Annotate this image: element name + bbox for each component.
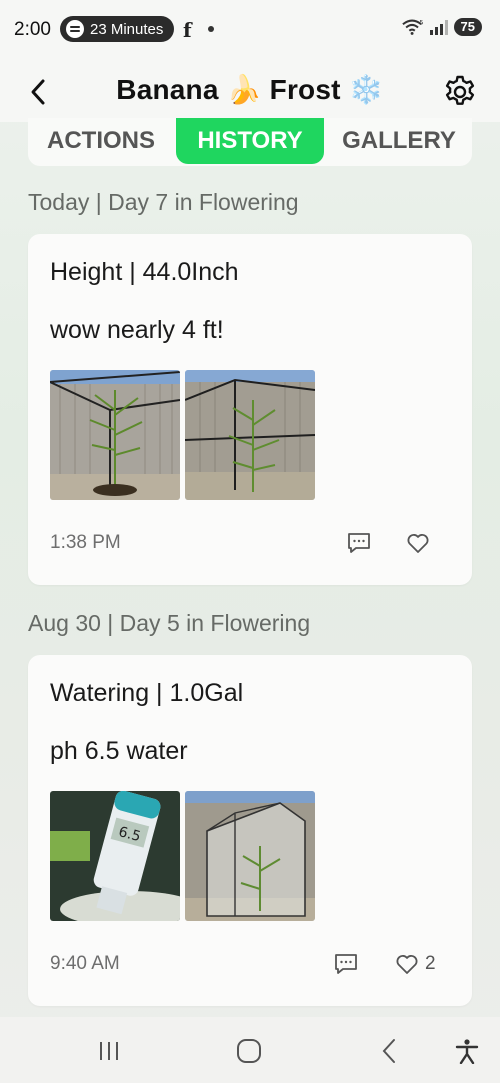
like-count: 2 [425, 953, 436, 974]
comment-button[interactable] [333, 952, 359, 976]
tab-history[interactable]: HISTORY [176, 118, 324, 164]
entry-time: 1:38 PM [50, 532, 121, 553]
tab-actions[interactable]: ACTIONS [28, 118, 174, 164]
plant-photo-image [50, 370, 180, 500]
accessibility-icon [455, 1039, 479, 1064]
media-pill-text: 23 Minutes [90, 20, 164, 38]
plant-photo[interactable] [185, 370, 315, 500]
svg-text:5: 5 [419, 18, 423, 26]
gear-icon [445, 75, 475, 105]
like-button[interactable]: 2 [395, 952, 436, 976]
system-nav-bar [0, 1017, 500, 1083]
history-card[interactable]: Watering | 1.0Gal ph 6.5 water 6.5 9:40 … [28, 655, 472, 1006]
media-pill[interactable]: 23 Minutes [60, 16, 174, 42]
battery-icon: 75 [453, 18, 482, 36]
recents-icon [100, 1042, 118, 1060]
entry-time: 9:40 AM [50, 953, 120, 974]
plant-photo[interactable] [50, 370, 180, 500]
home-icon [237, 1039, 261, 1063]
app-header: Banana 🍌 Frost ❄️ [0, 58, 500, 122]
comment-icon [335, 954, 357, 974]
recents-button[interactable] [93, 1035, 125, 1067]
grow-tent-photo-image [185, 791, 315, 921]
entry-note: wow nearly 4 ft! [50, 316, 224, 344]
comment-icon [348, 533, 370, 553]
entry-note: ph 6.5 water [50, 737, 188, 765]
heart-icon [407, 534, 429, 553]
day-label: Aug 30 | Day 5 in Flowering [28, 610, 311, 636]
status-icons: 5 75 [401, 18, 482, 36]
signal-icon [429, 19, 448, 35]
entry-heading: Height | 44.0Inch [50, 258, 239, 286]
status-time: 2:00 [14, 19, 51, 40]
like-button[interactable] [406, 531, 436, 555]
tab-gallery[interactable]: GALLERY [326, 118, 472, 164]
heart-icon [396, 955, 418, 974]
plant-photo-image [185, 370, 315, 500]
grow-tent-photo[interactable] [185, 791, 315, 921]
history-card[interactable]: Height | 44.0Inch wow nearly 4 ft! 1:38 … [28, 234, 472, 585]
ph-meter-photo[interactable]: 6.5 [50, 791, 180, 921]
tab-bar: ACTIONS HISTORY GALLERY [28, 118, 472, 166]
ph-meter-photo-image: 6.5 [50, 791, 180, 921]
facebook-icon: f [183, 18, 192, 42]
day-label: Today | Day 7 in Flowering [28, 189, 299, 215]
notification-dot-icon [208, 26, 214, 32]
spotify-icon [66, 20, 84, 38]
status-bar: 2:00 23 Minutes f 5 75 [0, 0, 500, 58]
home-button[interactable] [233, 1035, 265, 1067]
entry-heading: Watering | 1.0Gal [50, 679, 244, 707]
wifi-icon: 5 [401, 18, 423, 35]
settings-button[interactable] [442, 74, 478, 110]
back-icon [382, 1039, 395, 1063]
nav-back-button[interactable] [373, 1035, 405, 1067]
comment-button[interactable] [346, 531, 372, 555]
accessibility-button[interactable] [451, 1035, 483, 1067]
page-title: Banana 🍌 Frost ❄️ [116, 74, 384, 105]
